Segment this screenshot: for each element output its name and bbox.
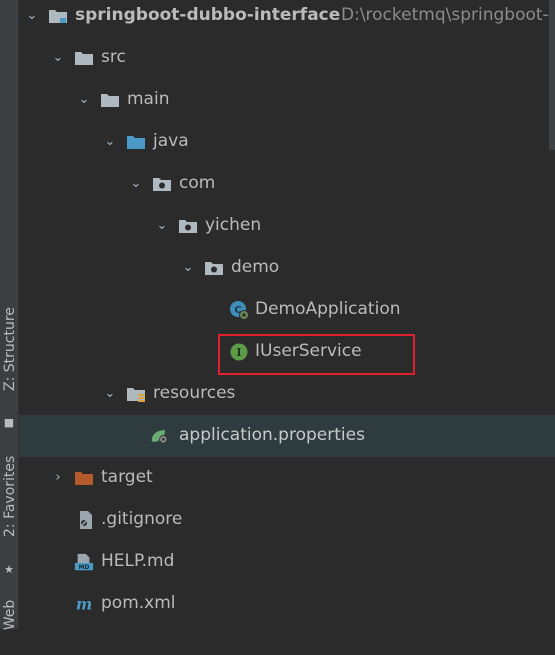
tree-row-application-properties[interactable]: application.properties xyxy=(19,415,555,457)
tree-node-label: HELP.md xyxy=(101,551,175,571)
package-icon xyxy=(205,262,223,275)
tree-row-pom-xml[interactable]: m pom.xml xyxy=(19,583,555,625)
tree-row-main[interactable]: ⌄ main xyxy=(19,79,555,121)
tree-row-gitignore[interactable]: .gitignore xyxy=(19,499,555,541)
vertical-scrollbar[interactable] xyxy=(549,0,555,150)
spring-boot-class-icon: C xyxy=(230,301,249,320)
chevron-down-icon[interactable]: ⌄ xyxy=(101,385,119,403)
svg-text:m: m xyxy=(76,594,92,613)
highlight-box xyxy=(218,334,415,375)
svg-text:MD: MD xyxy=(79,565,90,571)
package-icon xyxy=(153,178,171,191)
chevron-down-icon[interactable]: ⌄ xyxy=(75,91,93,109)
tree-node-label: src xyxy=(101,47,126,67)
tree-row-demo[interactable]: ⌄ demo xyxy=(19,247,555,289)
structure-tab-label: Z: Structure xyxy=(2,307,18,391)
spring-properties-icon xyxy=(151,430,168,444)
chevron-right-icon[interactable]: › xyxy=(49,469,67,487)
tree-row-src[interactable]: ⌄ src xyxy=(19,37,555,79)
tree-row-project[interactable]: ⌄ springboot-dubbo-interface D:\rocketmq… xyxy=(19,0,555,37)
chevron-down-icon[interactable]: ⌄ xyxy=(153,217,171,235)
chevron-down-icon[interactable]: ⌄ xyxy=(127,175,145,193)
module-folder-icon xyxy=(49,10,67,23)
structure-tab[interactable]: Z: Structure ■ xyxy=(0,307,18,430)
chevron-down-icon[interactable]: ⌄ xyxy=(23,7,41,25)
favorites-tab[interactable]: 2: Favorites ★ xyxy=(0,455,18,578)
tree-row-resources[interactable]: ⌄ resources xyxy=(19,373,555,415)
tree-node-label: .gitignore xyxy=(101,509,183,529)
project-name: springboot-dubbo-interface xyxy=(75,5,341,25)
tree-row-demo-application[interactable]: C DemoApplication xyxy=(19,289,555,331)
package-icon xyxy=(179,220,197,233)
favorites-tab-label: 2: Favorites xyxy=(2,455,18,537)
web-tab[interactable]: Web xyxy=(0,600,18,631)
tree-row-com[interactable]: ⌄ com xyxy=(19,163,555,205)
gitignore-file-icon xyxy=(80,511,92,529)
tree-node-label: yichen xyxy=(205,215,262,235)
tree-node-label: demo xyxy=(231,257,280,277)
tree-node-label: pom.xml xyxy=(101,593,176,613)
folder-icon xyxy=(101,94,119,107)
resources-folder-icon xyxy=(127,388,145,402)
markdown-file-icon: MD xyxy=(74,553,94,571)
maven-pom-icon: m xyxy=(76,594,92,613)
left-tool-strip: Z: Structure ■ 2: Favorites ★ Web xyxy=(0,0,19,631)
chevron-down-icon[interactable]: ⌄ xyxy=(49,49,67,67)
project-path: D:\rocketmq\springboot- xyxy=(341,5,549,25)
tree-row-help-md[interactable]: MD HELP.md xyxy=(19,541,555,583)
tree-node-label: main xyxy=(127,89,170,109)
chevron-down-icon[interactable]: ⌄ xyxy=(101,133,119,151)
folder-icon xyxy=(75,52,93,65)
tree-node-label: DemoApplication xyxy=(255,299,401,319)
tree-row-yichen[interactable]: ⌄ yichen xyxy=(19,205,555,247)
tree-node-label: com xyxy=(179,173,216,193)
tree-row-java[interactable]: ⌄ java xyxy=(19,121,555,163)
tree-node-label: application.properties xyxy=(179,425,365,445)
tree-node-label: java xyxy=(153,131,189,151)
source-folder-icon xyxy=(127,136,145,149)
tree-node-label: target xyxy=(101,467,153,487)
web-tab-label: Web xyxy=(2,599,18,631)
project-tree: ⌄ springboot-dubbo-interface D:\rocketmq… xyxy=(19,0,555,629)
chevron-down-icon[interactable]: ⌄ xyxy=(179,259,197,277)
tree-node-label: resources xyxy=(153,383,236,403)
tree-row-target[interactable]: › target xyxy=(19,457,555,499)
excluded-folder-icon xyxy=(75,472,93,485)
structure-icon: ■ xyxy=(3,416,15,429)
